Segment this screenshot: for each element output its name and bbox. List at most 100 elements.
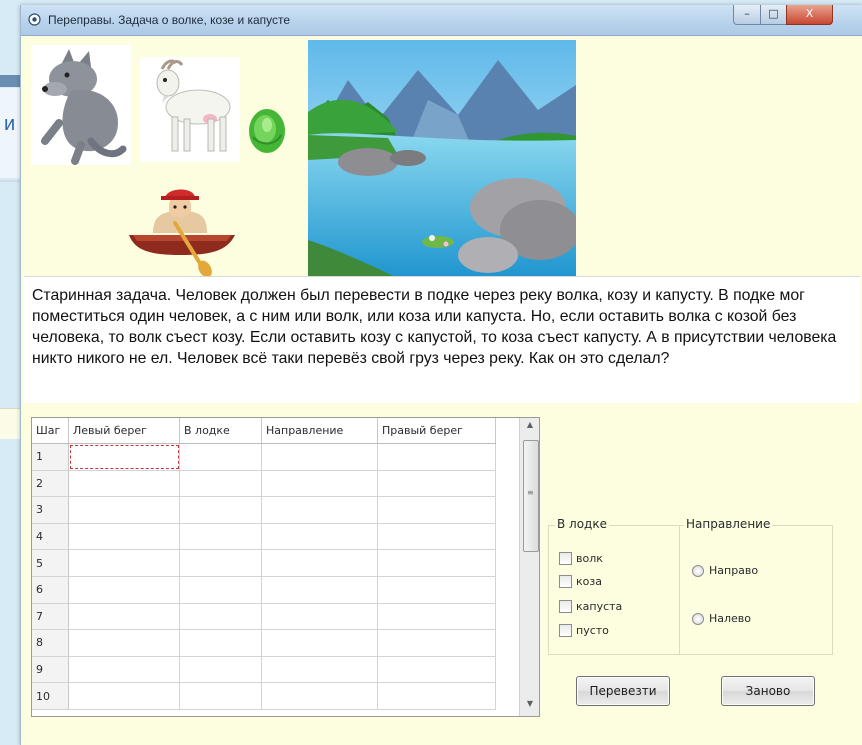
grid-cell[interactable] — [261, 629, 378, 657]
transfer-button[interactable]: Перевезти — [576, 676, 670, 706]
column-header-left-bank[interactable]: Левый берег — [68, 418, 180, 444]
grid-cell[interactable] — [179, 470, 262, 498]
row-header-cell[interactable]: 7 — [32, 603, 69, 631]
scroll-up-arrow-icon[interactable]: ▲ — [520, 420, 539, 437]
grid-cell[interactable] — [68, 549, 180, 577]
grid-cell[interactable] — [261, 470, 378, 498]
minimize-button[interactable]: – — [733, 5, 761, 25]
checkbox-cabbage[interactable]: капуста — [559, 600, 622, 613]
grid-cell[interactable] — [179, 576, 262, 604]
table-row[interactable]: 1 — [32, 443, 496, 471]
grid-cell[interactable] — [179, 603, 262, 631]
grid-cell[interactable] — [179, 443, 262, 471]
grid-cell[interactable] — [261, 576, 378, 604]
radio-label: Направо — [709, 564, 759, 577]
row-header-cell[interactable]: 6 — [32, 576, 69, 604]
direction-group-title: Направление — [684, 517, 773, 531]
grid-cell[interactable] — [179, 629, 262, 657]
grid-cell[interactable] — [261, 496, 378, 524]
grid-cell[interactable] — [261, 603, 378, 631]
grid-cell[interactable] — [179, 523, 262, 551]
column-header-step[interactable]: Шаг — [32, 418, 69, 444]
column-header-in-boat[interactable]: В лодке — [179, 418, 262, 444]
row-header-cell[interactable]: 3 — [32, 496, 69, 524]
grid-cell[interactable] — [179, 549, 262, 577]
row-header-cell[interactable]: 5 — [32, 549, 69, 577]
grid-cell[interactable] — [179, 656, 262, 684]
scroll-down-arrow-icon[interactable]: ▼ — [520, 699, 539, 716]
goat-icon — [140, 57, 240, 162]
grid-cell[interactable] — [68, 682, 180, 710]
table-row[interactable]: 10 — [32, 682, 496, 710]
title-bar[interactable]: Переправы. Задача о волке, козе и капуст… — [21, 5, 862, 36]
row-header-cell[interactable]: 8 — [32, 629, 69, 657]
reset-button[interactable]: Заново — [721, 676, 815, 706]
grid-cell[interactable] — [377, 629, 496, 657]
checkbox-box[interactable] — [559, 624, 572, 637]
grid-cell[interactable] — [68, 443, 180, 471]
grid-cell[interactable] — [68, 603, 180, 631]
grid-cell[interactable] — [377, 549, 496, 577]
task-description-panel: Старинная задача. Человек должен был пер… — [24, 276, 860, 403]
table-row[interactable]: 6 — [32, 576, 496, 604]
cabbage-icon — [249, 109, 285, 153]
grid-cell[interactable] — [179, 682, 262, 710]
grid-cell[interactable] — [261, 656, 378, 684]
grid-body: 1 2 3 4 5 6 7 8 9 10 — [32, 443, 496, 710]
grid-cell[interactable] — [261, 523, 378, 551]
table-row[interactable]: 2 — [32, 470, 496, 498]
grid-cell[interactable] — [377, 576, 496, 604]
row-header-cell[interactable]: 4 — [32, 523, 69, 551]
checkbox-empty[interactable]: пусто — [559, 624, 609, 637]
column-header-direction[interactable]: Направление — [261, 418, 378, 444]
scrollbar-thumb[interactable]: ≡ — [523, 440, 539, 552]
table-row[interactable]: 7 — [32, 603, 496, 631]
radio-circle[interactable] — [692, 564, 704, 577]
grid-cell[interactable] — [261, 443, 378, 471]
checkbox-label: пусто — [576, 624, 609, 637]
grid-cell[interactable] — [377, 443, 496, 471]
checkbox-wolf[interactable]: волк — [559, 552, 603, 565]
checkbox-goat[interactable]: коза — [559, 575, 602, 588]
row-header-cell[interactable]: 10 — [32, 682, 69, 710]
row-header-cell[interactable]: 1 — [32, 443, 69, 471]
column-header-right-bank[interactable]: Правый берег — [377, 418, 496, 444]
grid-cell[interactable] — [179, 496, 262, 524]
grid-cell[interactable] — [377, 656, 496, 684]
maximize-button[interactable]: □ — [760, 5, 787, 25]
table-row[interactable]: 9 — [32, 656, 496, 684]
table-row[interactable]: 4 — [32, 523, 496, 551]
row-header-cell[interactable]: 9 — [32, 656, 69, 684]
radio-circle[interactable] — [692, 612, 704, 625]
table-row[interactable]: 8 — [32, 629, 496, 657]
minimize-icon: – — [744, 7, 750, 20]
grid-cell[interactable] — [261, 549, 378, 577]
checkbox-label: коза — [576, 575, 602, 588]
window-title: Переправы. Задача о волке, козе и капуст… — [48, 13, 291, 27]
radio-right[interactable]: Направо — [692, 564, 758, 577]
grid-cell[interactable] — [68, 629, 180, 657]
checkbox-box[interactable] — [559, 575, 572, 588]
table-row[interactable]: 5 — [32, 549, 496, 577]
row-header-cell[interactable]: 2 — [32, 470, 69, 498]
table-row[interactable]: 3 — [32, 496, 496, 524]
close-button[interactable]: X — [786, 5, 833, 25]
steps-grid[interactable]: Шаг Левый берег В лодке Направление Прав… — [31, 417, 540, 717]
grid-cell[interactable] — [68, 656, 180, 684]
checkbox-box[interactable] — [559, 600, 572, 613]
grid-cell[interactable] — [377, 682, 496, 710]
grid-cell[interactable] — [261, 682, 378, 710]
grid-cell[interactable] — [68, 576, 180, 604]
grid-cell[interactable] — [377, 496, 496, 524]
grid-cell[interactable] — [377, 523, 496, 551]
in-boat-group-title: В лодке — [555, 517, 609, 531]
app-icon — [28, 13, 41, 26]
radio-left[interactable]: Налево — [692, 612, 751, 625]
grid-cell[interactable] — [68, 496, 180, 524]
grid-cell[interactable] — [68, 470, 180, 498]
grid-cell[interactable] — [377, 603, 496, 631]
checkbox-box[interactable] — [559, 552, 572, 565]
grid-cell[interactable] — [68, 523, 180, 551]
grid-cell[interactable] — [377, 470, 496, 498]
grid-vertical-scrollbar[interactable]: ▲ ≡ ▼ — [519, 418, 539, 716]
